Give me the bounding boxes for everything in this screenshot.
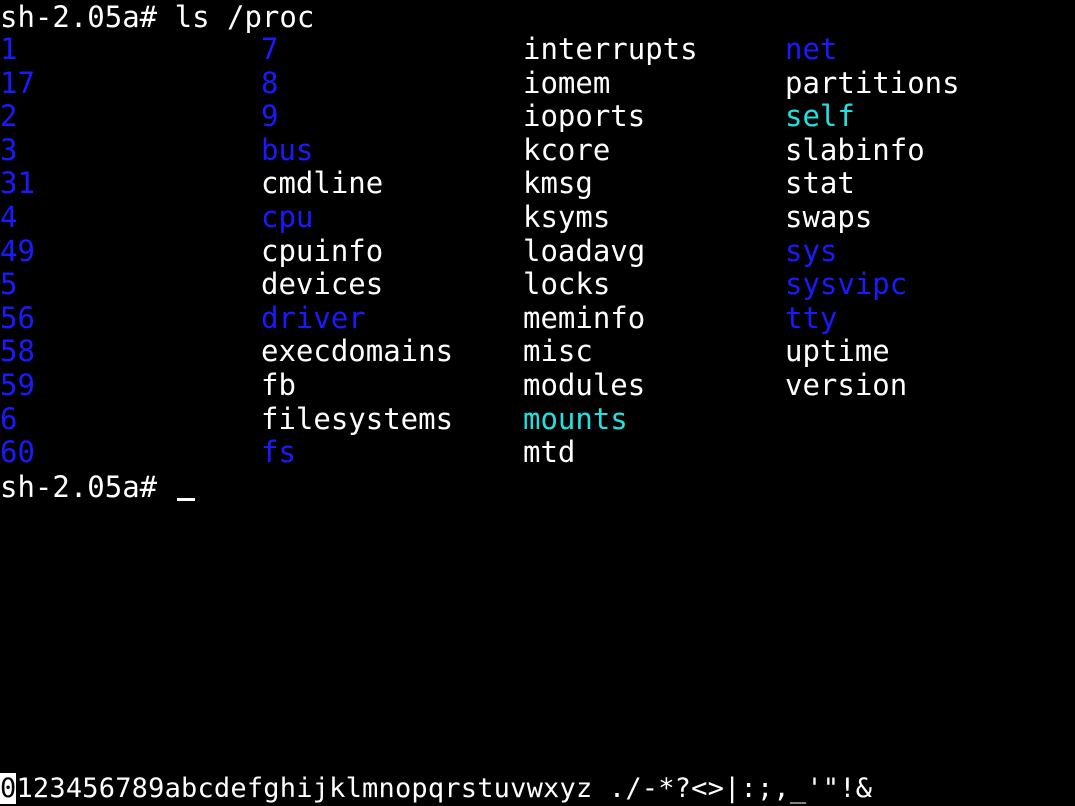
listing-column: net partitions self slabinfo stat swaps sys sys… bbox=[785, 32, 960, 403]
proc-entry-file: slabinfo bbox=[785, 132, 925, 167]
proc-entry-file: stat bbox=[785, 166, 855, 201]
proc-entry-file: modules bbox=[523, 367, 646, 402]
proc-entry-dir: 6 bbox=[0, 401, 18, 436]
proc-entry-file: meminfo bbox=[523, 300, 646, 335]
proc-entry-dir: 5 bbox=[0, 267, 18, 302]
proc-entry-file: swaps bbox=[785, 199, 873, 234]
proc-entry-file: cpuinfo bbox=[261, 233, 384, 268]
proc-entry-dir: fs bbox=[261, 435, 296, 470]
proc-entry-dir: 60 bbox=[0, 435, 35, 470]
proc-entry-file: version bbox=[785, 367, 908, 402]
command-line: sh-2.05a# ls /proc bbox=[0, 0, 314, 34]
proc-entry-dir: sysvipc bbox=[785, 267, 908, 302]
proc-entry-dir: bus bbox=[261, 132, 314, 167]
proc-entry-dir: 59 bbox=[0, 367, 35, 402]
char-selector-characters[interactable]: 123456789abcdefghijklmnopqrstuvwxyz ./-*… bbox=[16, 773, 872, 804]
proc-entry-dir: 58 bbox=[0, 334, 35, 369]
proc-entry-file: locks bbox=[523, 267, 611, 302]
terminal-window[interactable]: sh-2.05a# ls /proc 1 17 2 3 31 4 49 5 56 58 59 6 60 7… bbox=[0, 0, 1075, 760]
proc-entry-dir: 3 bbox=[0, 132, 18, 167]
proc-entry-dir: cpu bbox=[261, 199, 314, 234]
proc-entry-file: misc bbox=[523, 334, 593, 369]
shell-prompt: sh-2.05a# bbox=[0, 0, 158, 34]
listing-column: interrupts iomem ioports kcore kmsg ksyms load… bbox=[523, 32, 698, 470]
text-cursor bbox=[176, 498, 195, 501]
listing-column: 7 8 9 bus cmdline cpu cpuinfo devices driver exec… bbox=[261, 32, 454, 470]
proc-entry-dir: 9 bbox=[261, 99, 279, 134]
proc-entry-dir: 2 bbox=[0, 99, 18, 134]
proc-entry-dir: 7 bbox=[261, 32, 279, 66]
proc-entry-dir: driver bbox=[261, 300, 366, 335]
proc-entry-link: self bbox=[785, 99, 855, 134]
proc-entry-file: kcore bbox=[523, 132, 611, 167]
shell-prompt: sh-2.05a# bbox=[0, 470, 158, 504]
proc-entry-dir: 31 bbox=[0, 166, 35, 201]
proc-entry-file: loadavg bbox=[523, 233, 646, 268]
proc-entry-dir: 8 bbox=[261, 65, 279, 100]
character-selector-bar[interactable]: 0123456789abcdefghijklmnopqrstuvwxyz ./-… bbox=[0, 772, 1075, 806]
listing-column: 1 17 2 3 31 4 49 5 56 58 59 6 60 bbox=[0, 32, 35, 470]
proc-entry-file: partitions bbox=[785, 65, 960, 100]
proc-entry-dir: 1 bbox=[0, 32, 18, 66]
proc-entry-file: mtd bbox=[523, 435, 576, 470]
proc-entry-file: cmdline bbox=[261, 166, 384, 201]
proc-entry-file: kmsg bbox=[523, 166, 593, 201]
proc-entry-file: execdomains bbox=[261, 334, 454, 369]
proc-entry-link: mounts bbox=[523, 401, 628, 436]
proc-entry-dir: 17 bbox=[0, 65, 35, 100]
proc-entry-file: ksyms bbox=[523, 199, 611, 234]
proc-entry-file: ioports bbox=[523, 99, 646, 134]
proc-entry-file: interrupts bbox=[523, 32, 698, 66]
proc-entry-file: fb bbox=[261, 367, 296, 402]
proc-entry-dir: sys bbox=[785, 233, 838, 268]
proc-entry-dir: tty bbox=[785, 300, 838, 335]
active-command-line[interactable]: sh-2.05a# bbox=[0, 470, 195, 504]
proc-entry-file: devices bbox=[261, 267, 384, 302]
proc-entry-file: iomem bbox=[523, 65, 611, 100]
proc-entry-dir: net bbox=[785, 32, 838, 66]
command-text: ls /proc bbox=[174, 0, 315, 34]
proc-entry-file: filesystems bbox=[261, 401, 454, 436]
char-selector-selected[interactable]: 0 bbox=[0, 773, 17, 804]
proc-entry-dir: 49 bbox=[0, 233, 35, 268]
proc-entry-dir: 4 bbox=[0, 199, 18, 234]
proc-entry-file: uptime bbox=[785, 334, 890, 369]
proc-entry-dir: 56 bbox=[0, 300, 35, 335]
